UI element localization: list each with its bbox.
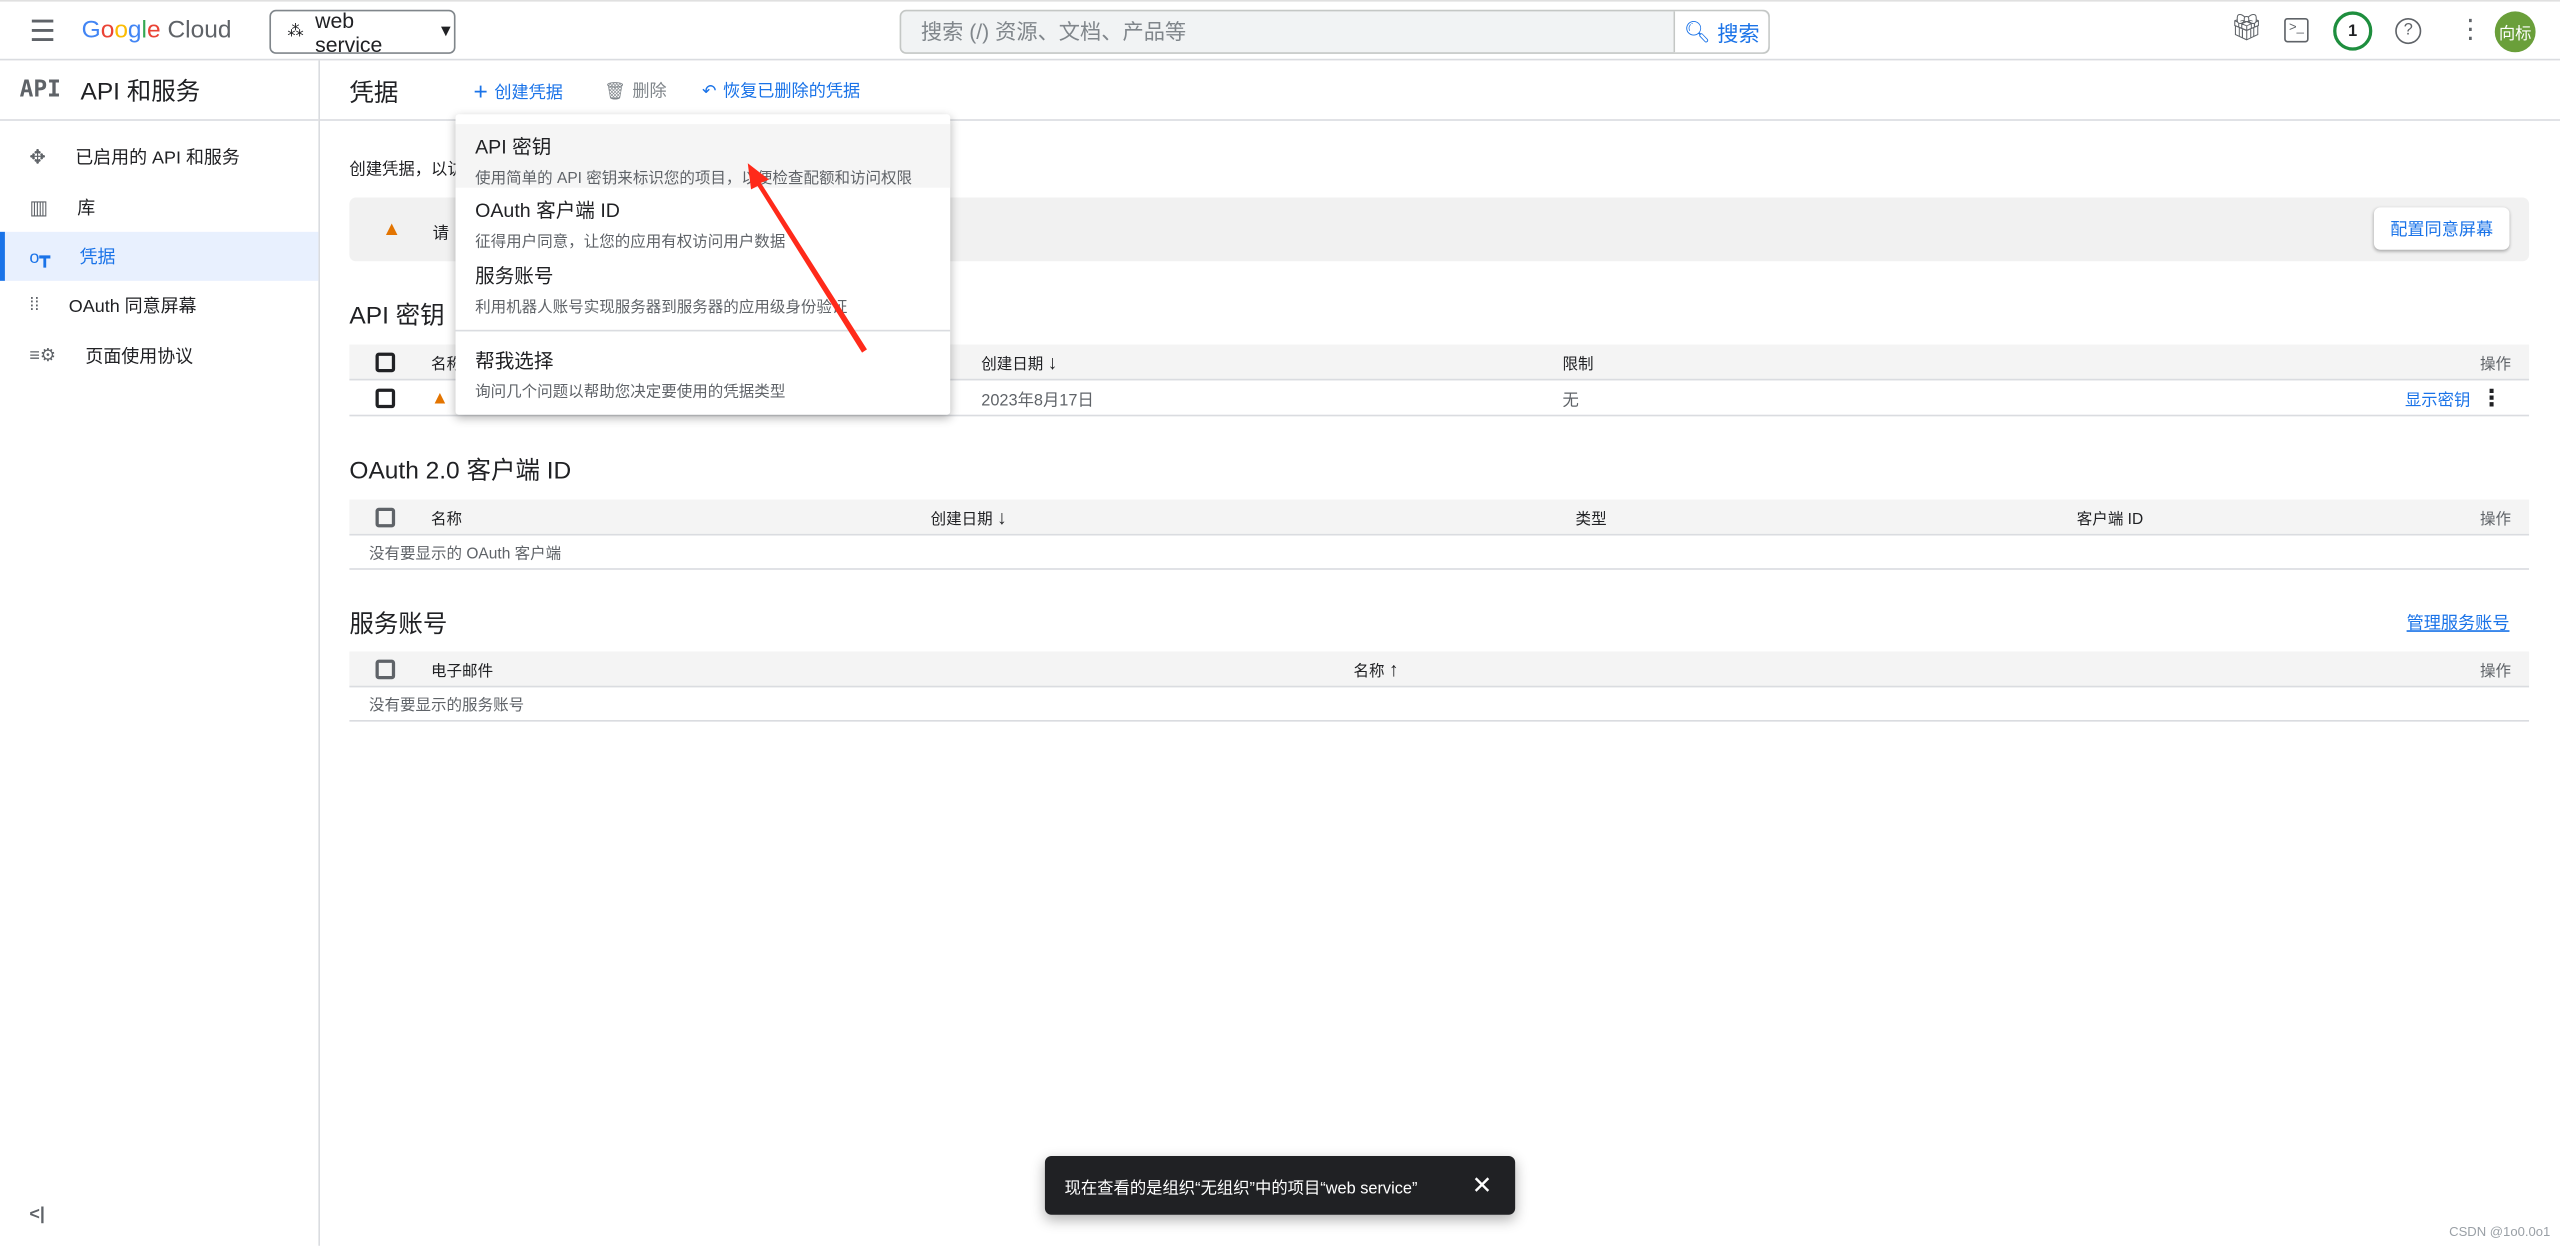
arrow-shape (747, 163, 867, 353)
annotation-arrow (747, 163, 867, 353)
close-icon[interactable]: ✕ (1472, 1171, 1493, 1200)
snackbar: 现在查看的是组织“无组织”中的项目“web service” ✕ (1044, 1155, 1516, 1215)
watermark: CSDN @1o0.0o1 (2449, 1224, 2551, 1240)
